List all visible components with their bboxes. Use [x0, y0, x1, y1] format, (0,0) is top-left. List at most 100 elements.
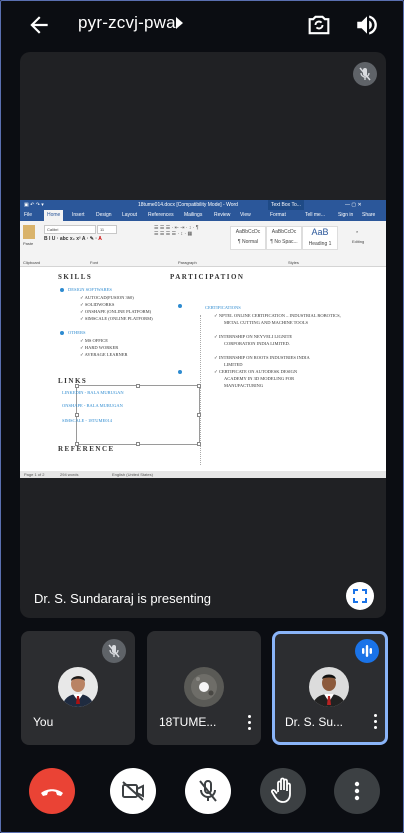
top-bar: pyr-zcvj-pwa	[0, 0, 404, 50]
status-words: 294 words	[60, 472, 79, 477]
cert-text: INTERNSHIP ON NEYVELI LIGNITE	[218, 334, 293, 339]
end-call-button[interactable]	[29, 768, 75, 814]
skill-text: AUTOCAD(FUSION 360)	[84, 295, 134, 300]
tab-design[interactable]: Design	[96, 210, 112, 221]
style-normal[interactable]: AaBbCcDc ¶ Normal	[230, 226, 266, 250]
ribbon-home: Paste Calibri 11 B I U · abc x₂ x² A · ✎…	[20, 221, 386, 267]
cert-text: INTERNSHIP ON ROOTS INDUSTRIES INDIA	[218, 355, 310, 360]
switch-camera-icon[interactable]	[305, 11, 333, 39]
styles-group-label: Styles	[288, 260, 299, 265]
style-no-spacing[interactable]: AaBbCcDc ¶ No Spac...	[266, 226, 302, 250]
context-tab-title: Text Box To...	[268, 200, 304, 210]
link-linkedin[interactable]: LINKEDIN - BALA MURUGAN	[62, 390, 124, 395]
paste-label: Paste	[23, 241, 34, 246]
bullet	[60, 288, 64, 292]
camera-toggle-button[interactable]	[110, 768, 156, 814]
paragraph-buttons[interactable]: ☰ ☰ ☰ · ⇤ ⇥ · ↕ · ¶ ☰ ☰ ☰ ☰ · ↕ · ▦	[154, 225, 199, 237]
search-icon[interactable]: ⌕	[356, 229, 358, 234]
share[interactable]: Share	[362, 210, 375, 221]
more-vert-icon[interactable]	[245, 715, 253, 733]
volume-icon[interactable]	[354, 12, 380, 38]
save-icon: ▣ ↶ ↷ ▾	[24, 202, 44, 208]
resize-handle[interactable]	[136, 442, 140, 446]
resize-handle[interactable]	[197, 384, 201, 388]
tab-layout[interactable]: Layout	[122, 210, 137, 221]
tab-insert[interactable]: Insert	[72, 210, 85, 221]
tab-file[interactable]: File	[24, 210, 32, 221]
audio-level-icon	[355, 639, 379, 663]
tab-view[interactable]: View	[240, 210, 251, 221]
link-onshape[interactable]: ONSHAPE - BALA MURUGAN	[62, 403, 123, 408]
resize-handle[interactable]	[75, 413, 79, 417]
style-preview: AaB	[311, 227, 329, 237]
link-simscale[interactable]: SIMSCALE - 18TUME014	[62, 418, 112, 423]
presentation-stage[interactable]: ▣ ↶ ↷ ▾ 18tume014.docx [Compatibility Mo…	[20, 52, 386, 618]
more-vert-icon[interactable]	[371, 714, 379, 732]
videocam-off-icon	[122, 781, 144, 801]
font-group-label: Font	[90, 260, 99, 265]
sign-in[interactable]: Sign in	[338, 210, 353, 221]
other-text: AVERAGE LEARNER	[84, 352, 128, 357]
font-format-buttons[interactable]: B I U · abc x₂ x² A · ✎ · A	[44, 236, 102, 242]
cert-text: NPTEL ONLINE CERTIFICATION – INDUSTRIAL …	[218, 313, 341, 318]
arrow-back-icon[interactable]	[26, 12, 52, 38]
skill-text: SIMSCALE (ONLINE PLATFORM)	[84, 316, 153, 321]
tab-mailings[interactable]: Mailings	[184, 210, 202, 221]
participant-name: Dr. S. Su...	[285, 715, 344, 729]
ribbon-tabs: File Home Insert Design Layout Reference…	[20, 210, 386, 221]
chevron-right-icon[interactable]	[176, 17, 183, 29]
participant-name: You	[33, 715, 54, 729]
resize-handle[interactable]	[136, 384, 140, 388]
other-item: ✓ HARD WORKER	[80, 345, 119, 350]
font-size-box[interactable]: 11	[97, 225, 117, 234]
resize-handle[interactable]	[197, 413, 201, 417]
raise-hand-button[interactable]	[260, 768, 306, 814]
resize-handle[interactable]	[197, 442, 201, 446]
resize-handle[interactable]	[75, 384, 79, 388]
tab-references[interactable]: References	[148, 210, 174, 221]
clipboard-label: Clipboard	[23, 260, 41, 265]
status-page: Page 1 of 2	[24, 472, 45, 477]
skill-item: ✓ SIMSCALE (ONLINE PLATFORM)	[80, 316, 153, 321]
participation-heading: PARTICIPATION	[170, 273, 245, 281]
hand-icon	[271, 777, 291, 803]
participant-tile-18tume[interactable]: 18TUME...	[147, 631, 261, 745]
document-page[interactable]: SKILLS PARTICIPATION DESIGN SOFTWARES ✓ …	[20, 267, 386, 471]
meeting-code[interactable]: pyr-zcvj-pwa	[78, 13, 176, 33]
style-name: ¶ Normal	[237, 239, 259, 245]
tab-review[interactable]: Review	[214, 210, 230, 221]
mic-off-icon	[353, 62, 377, 86]
other-text: HARD WORKER	[84, 345, 119, 350]
style-heading-1[interactable]: AaB Heading 1	[302, 226, 338, 250]
cert-text: LIMITED	[224, 362, 243, 367]
tab-format[interactable]: Format	[270, 210, 286, 221]
tell-me[interactable]: Tell me...	[305, 210, 325, 221]
participant-tile-you[interactable]: You	[21, 631, 135, 745]
mic-toggle-button[interactable]	[185, 768, 231, 814]
reference-heading: REFERENCE	[58, 445, 115, 453]
more-options-button[interactable]	[334, 768, 380, 814]
fullscreen-button[interactable]	[346, 582, 374, 610]
font-name-box[interactable]: Calibri	[44, 225, 96, 234]
style-preview: AaBbCcDc	[235, 229, 261, 235]
cert-item: ✓ NPTEL ONLINE CERTIFICATION – INDUSTRIA…	[214, 313, 341, 318]
other-item: ✓ MS OFFICE	[80, 338, 109, 343]
design-softwares: DESIGN SOFTWARES	[68, 287, 112, 292]
style-name: ¶ No Spac...	[270, 239, 298, 245]
cert-text: CORPORATION INDIA LIMITED.	[224, 341, 290, 346]
cert-item: ✓ INTERNSHIP ON ROOTS INDUSTRIES INDIA	[214, 355, 310, 360]
skill-item: ✓ SOLIDWORKS	[80, 302, 115, 307]
cert-text: ACADEMY IN 3D MODELING FOR	[224, 376, 295, 381]
skills-heading: SKILLS	[58, 273, 93, 281]
cert-text: MANUFACTURING	[224, 383, 264, 388]
word-status-bar: Page 1 of 2 294 words English (United St…	[20, 471, 386, 478]
links-heading: LINKS	[58, 377, 88, 385]
mic-off-icon	[102, 639, 126, 663]
participant-tile-dr-s-sundararaj[interactable]: Dr. S. Su...	[272, 631, 388, 745]
window-controls: — ▢ ✕	[345, 202, 362, 208]
cert-text: METAL CUTTING AND MACHINE TOOLS	[224, 320, 309, 325]
cert-item: ✓ CERTIFICATE ON AUTODESK DESIGN	[214, 369, 298, 374]
bullet	[60, 331, 64, 335]
paste-icon[interactable]	[23, 225, 35, 239]
tab-home[interactable]: Home	[44, 210, 64, 221]
